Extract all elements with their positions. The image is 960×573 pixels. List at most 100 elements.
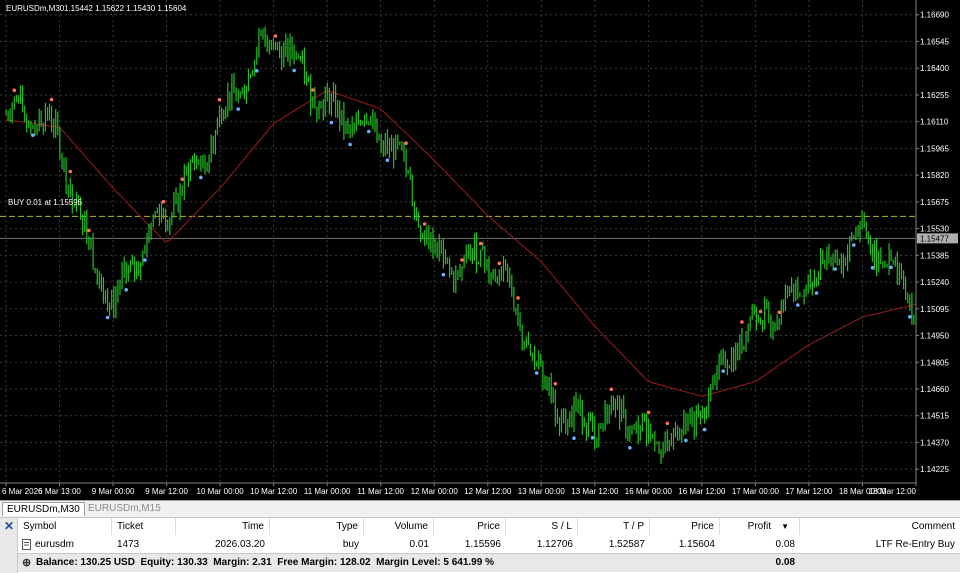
buy-arrow-icon (385, 158, 390, 162)
sell-arrow-icon (273, 34, 278, 38)
sell-arrow-icon (161, 199, 166, 204)
col-header-volume[interactable]: Volume (364, 518, 434, 535)
buy-arrow-icon (702, 427, 707, 432)
price-tick-label: 1.15675 (920, 198, 949, 207)
col-header-type[interactable]: Type (270, 518, 364, 535)
summary-plus-icon[interactable]: ⊕ (22, 554, 31, 572)
price-tick-label: 1.14660 (920, 385, 949, 394)
col-header-tp[interactable]: T / P (578, 518, 650, 535)
col-header-symbol[interactable]: Symbol (18, 518, 112, 535)
time-tick-label: 11 Mar 00:00 (304, 487, 351, 496)
price-tick-label: 1.14515 (920, 412, 949, 421)
col-header-profit-label: Profit (747, 521, 771, 532)
time-tick-label: 12 Mar 00:00 (411, 487, 459, 496)
buy-arrow-icon (441, 272, 446, 277)
sell-arrow-icon (311, 88, 315, 92)
account-summary: Balance: 130.25 USD Equity: 130.33 Margi… (36, 557, 494, 568)
time-tick-label: 16 Mar 12:00 (678, 487, 726, 496)
buy-arrow-icon (329, 120, 334, 125)
price-chart[interactable]: 1.16690 1.16545 1.16400 1.16255 1.16110 1.159… (0, 0, 960, 500)
order-line-label: BUY 0.01 at 1.15596 (8, 198, 83, 207)
terminal-close-button[interactable]: ✕ (0, 518, 18, 573)
cell-comment: LTF Re-Entry Buy (875, 539, 955, 550)
price-tick-label: 1.16110 (920, 118, 949, 127)
buy-arrow-icon (143, 258, 147, 262)
buy-arrow-icon (814, 291, 819, 295)
buy-arrow-icon (105, 315, 110, 320)
sell-arrow-icon (460, 258, 464, 262)
buy-arrow-icon (367, 129, 371, 134)
col-header-sl[interactable]: S / L (506, 518, 578, 535)
sell-arrow-icon (553, 382, 558, 386)
buy-arrow-icon (590, 435, 595, 440)
cell-price: 1.15596 (464, 539, 501, 550)
col-header-profit[interactable]: Profit ▼ (720, 518, 800, 535)
moving-average-line (5, 90, 917, 397)
sell-arrow-icon (87, 228, 91, 233)
time-tick-label: 13 Mar 12:00 (571, 487, 619, 496)
buy-arrow-icon (684, 438, 688, 443)
sell-arrow-icon (68, 169, 73, 174)
chart-header-ohlc: 1.15442 1.15622 1.15430 1.15604 (64, 4, 187, 13)
time-tick-label: 9 Mar 00:00 (92, 487, 135, 496)
time-tick-label: 13 Mar 00:00 (518, 487, 566, 496)
buy-arrow-icon (833, 267, 837, 271)
sell-arrow-icon (777, 310, 781, 315)
buy-arrow-icon (870, 266, 875, 270)
cell-volume: 0.01 (409, 539, 429, 550)
tab-eurusdm-m30[interactable]: EURUSDm,M30 (2, 502, 85, 516)
col-header-comment[interactable]: Comment (800, 518, 960, 535)
cell-price-current: 1.15604 (678, 539, 715, 550)
price-tick-label: 1.14370 (920, 438, 949, 447)
price-tick-label: 1.16690 (920, 11, 949, 20)
col-header-time[interactable]: Time (176, 518, 270, 535)
time-tick-label: 11 Mar 12:00 (357, 487, 404, 496)
time-tick-label: 6 Mar 2026 (2, 487, 43, 496)
sort-down-icon: ▼ (781, 522, 789, 531)
summary-profit: 0.08 (775, 557, 795, 568)
buy-arrow-icon (534, 371, 539, 375)
time-tick-label: 10 Mar 00:00 (197, 487, 245, 496)
cell-tp[interactable]: 1.52587 (578, 536, 650, 553)
time-tick-label: 18 Mar 12:00 (869, 487, 917, 496)
price-tick-label: 1.14225 (920, 465, 949, 474)
sell-arrow-icon (422, 222, 427, 226)
cell-profit: 0.08 (775, 539, 795, 550)
chart-area[interactable]: 1.16690 1.16545 1.16400 1.16255 1.16110 1.159… (0, 0, 960, 500)
cell-time: 2026.03.20 05:15:... (214, 539, 265, 567)
col-header-price[interactable]: Price (434, 518, 506, 535)
time-tick-label: 6 Mar 13:00 (38, 487, 81, 496)
buy-arrow-icon (199, 175, 203, 180)
price-tick-label: 1.15965 (920, 144, 949, 153)
chart-header-symbol: EURUSDm,M30 (6, 4, 65, 13)
buy-arrow-icon (889, 265, 893, 270)
buy-arrow-icon (292, 68, 296, 73)
price-tick-label: 1.15530 (920, 225, 949, 234)
buy-arrow-icon (254, 69, 259, 73)
sell-arrow-icon (180, 177, 184, 181)
buy-arrow-icon (852, 243, 856, 247)
sell-arrow-icon (49, 97, 54, 102)
time-tick-label: 9 Mar 12:00 (145, 487, 188, 496)
buy-arrow-icon (721, 369, 725, 373)
sell-arrow-icon (609, 387, 614, 392)
price-tick-label: 1.14805 (920, 358, 949, 367)
close-icon[interactable]: ✕ (4, 519, 14, 533)
time-tick-label: 17 Mar 00:00 (732, 487, 780, 496)
cell-sl[interactable]: 1.12706 (506, 536, 578, 553)
price-tick-label: 1.15820 (920, 171, 949, 180)
sell-arrow-icon (740, 320, 744, 324)
chart-tabs: EURUSDm,M30 EURUSDm,M15 (0, 500, 960, 517)
sell-arrow-icon (478, 241, 483, 246)
price-tick-label: 1.15240 (920, 278, 949, 287)
account-summary-row: ⊕ Balance: 130.25 USD Equity: 130.33 Mar… (18, 553, 960, 572)
price-tick-label: 1.15095 (920, 305, 949, 314)
tab-eurusdm-m15[interactable]: EURUSDm,M15 (84, 502, 165, 516)
current-price-label: 1.15477 (920, 234, 949, 243)
price-tick-label: 1.15385 (920, 251, 949, 260)
sell-arrow-icon (404, 141, 408, 145)
time-tick-label: 10 Mar 12:00 (250, 487, 298, 496)
col-header-price-current[interactable]: Price (650, 518, 720, 535)
col-header-ticket[interactable]: Ticket (112, 518, 176, 535)
buy-arrow-icon (572, 436, 576, 441)
